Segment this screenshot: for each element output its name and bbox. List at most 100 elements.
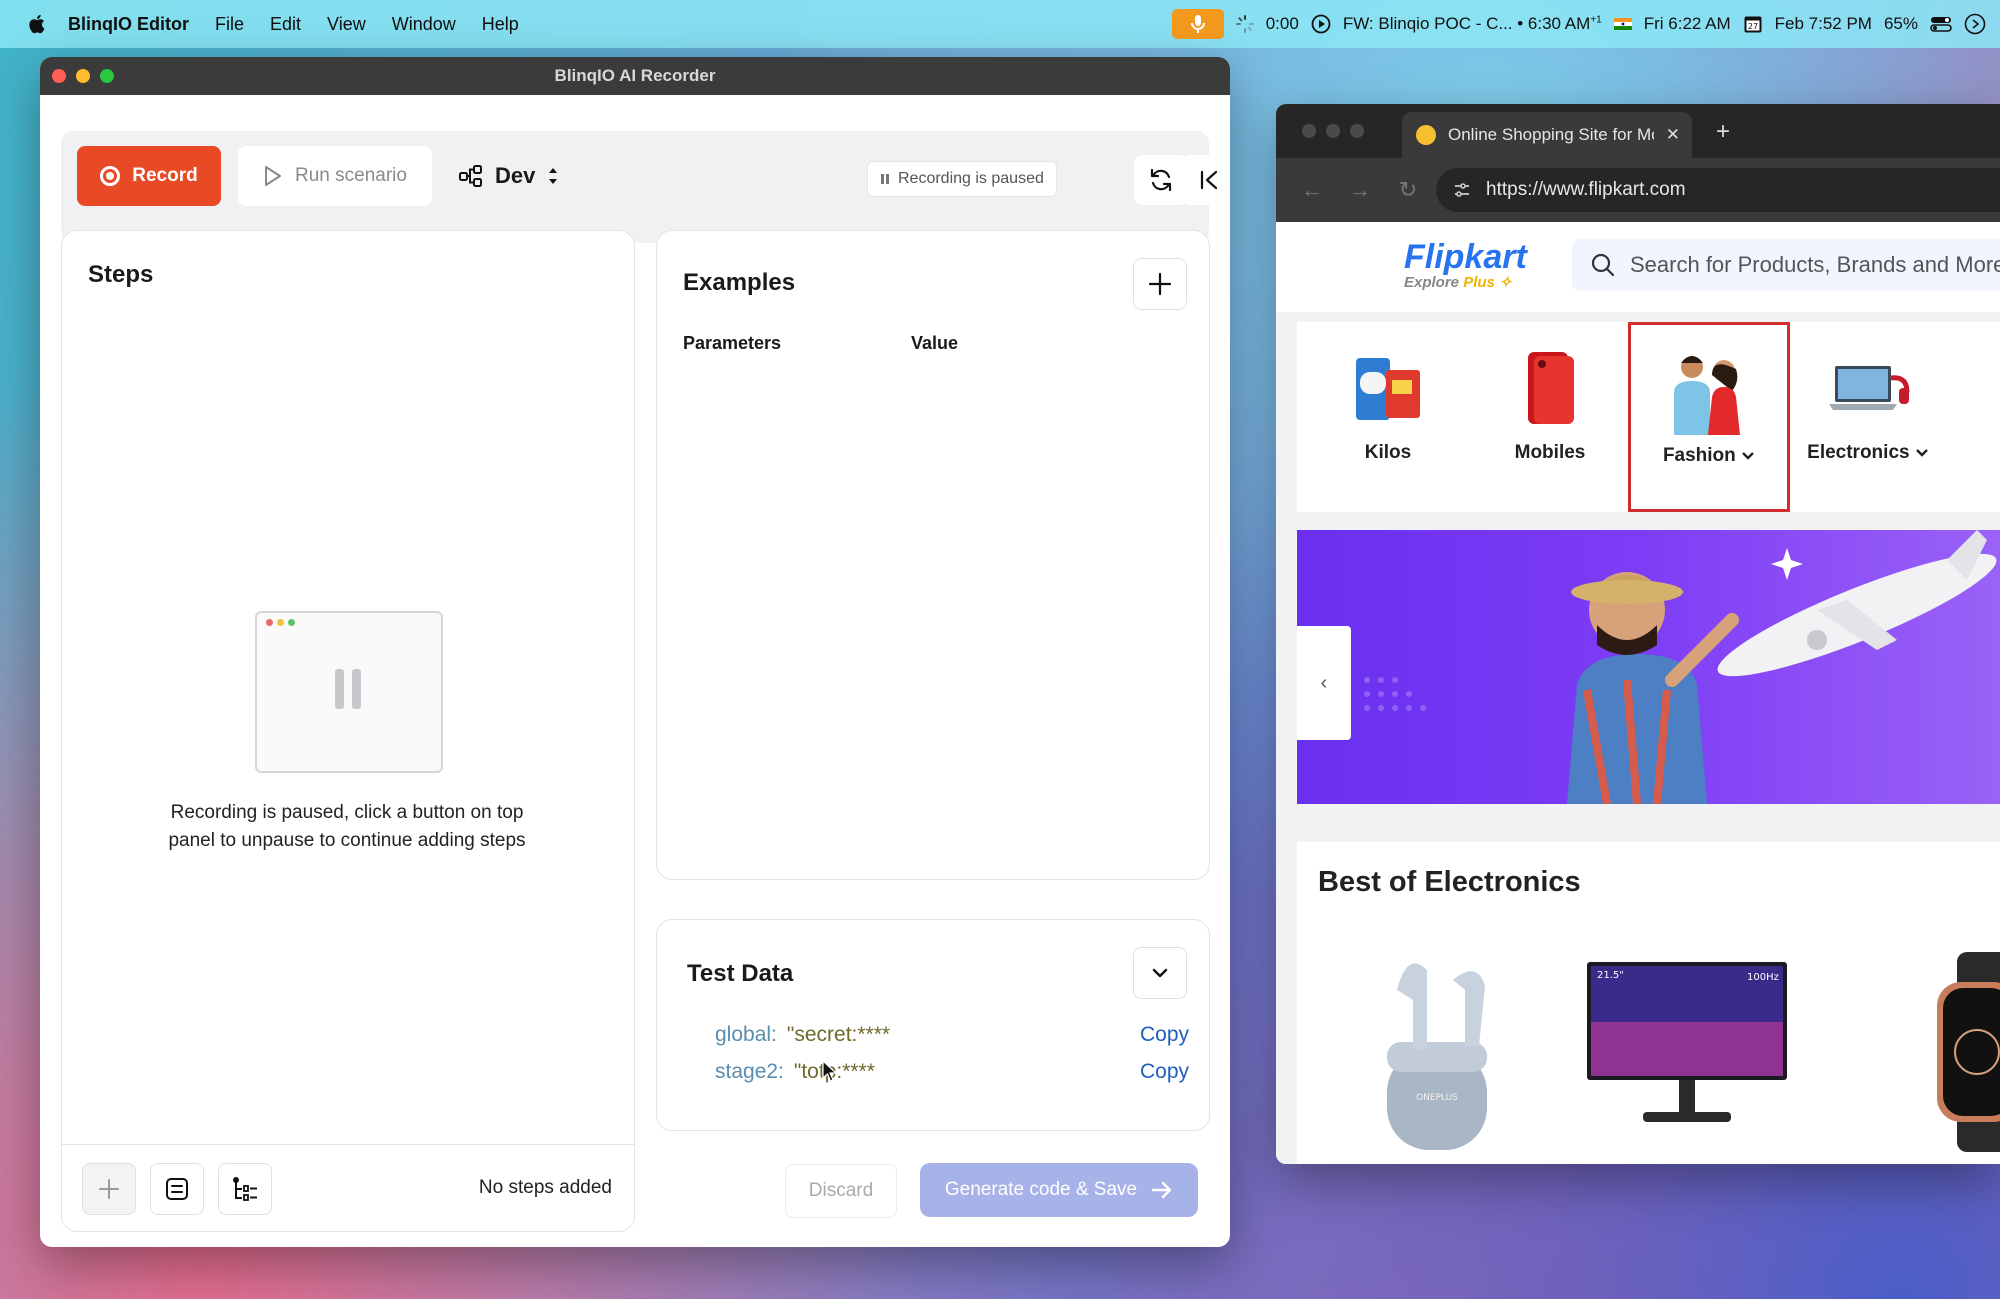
checklist-button[interactable]: [150, 1163, 204, 1215]
world-clock-2[interactable]: Feb 7:52 PM: [1775, 14, 1872, 34]
back-icon[interactable]: ←: [1300, 177, 1324, 203]
plus-icon: [99, 1179, 119, 1199]
search-icon: [1591, 253, 1615, 277]
checklist-icon: [166, 1178, 188, 1200]
recording-status-text: Recording is paused: [898, 170, 1044, 187]
category-mobiles[interactable]: Mobiles: [1469, 322, 1631, 512]
grocery-image: [1356, 358, 1420, 420]
recorder-toolbar: Record Run scenario Dev Recording is pau…: [61, 131, 1209, 243]
close-window-button[interactable]: [1302, 124, 1316, 138]
browser-window: Online Shopping Site for Mobiles, Electr…: [1276, 104, 2000, 1164]
smartwatch-image[interactable]: [1937, 952, 2000, 1152]
menu-edit[interactable]: Edit: [270, 14, 301, 35]
generate-code-save-button[interactable]: Generate code & Save: [920, 1163, 1198, 1217]
timer-text[interactable]: 0:00: [1266, 14, 1299, 34]
best-of-electronics-section: Best of Electronics ONEPLUS 21.5" 100Hz: [1297, 842, 2000, 1164]
zoom-window-button[interactable]: [1350, 124, 1364, 138]
discard-button[interactable]: Discard: [785, 1164, 897, 1218]
close-tab-icon[interactable]: ✕: [1666, 125, 1680, 145]
svg-text:ONEPLUS: ONEPLUS: [1416, 1093, 1458, 1103]
search-placeholder: Search for Products, Brands and More: [1630, 252, 2000, 277]
skip-back-icon: [1200, 170, 1218, 190]
examples-panel: Examples Parameters Value: [656, 230, 1210, 880]
flipkart-header: Flipkart Explore Plus ✧ Search for Produ…: [1276, 222, 2000, 312]
chevron-updown-icon: [549, 168, 558, 184]
add-example-button[interactable]: [1133, 258, 1187, 310]
laptop-image: [1829, 366, 1910, 410]
record-icon: [100, 166, 121, 186]
category-electronics[interactable]: Electronics: [1787, 322, 1949, 512]
new-tab-button[interactable]: +: [1716, 118, 1730, 146]
menu-app-name[interactable]: BlinqIO Editor: [68, 14, 189, 35]
value-column-header: Value: [911, 333, 959, 353]
environment-icon: [459, 165, 482, 187]
copy-button[interactable]: Copy: [1140, 1060, 1189, 1084]
record-label: Record: [132, 165, 198, 186]
url-text: https://www.flipkart.com: [1486, 179, 1686, 200]
microphone-indicator[interactable]: [1171, 9, 1224, 39]
monitor-image[interactable]: 21.5" 100Hz: [1587, 962, 1787, 1132]
browser-address-bar: ← → ↻ https://www.flipkart.com: [1276, 158, 2000, 222]
browser-tab[interactable]: Online Shopping Site for Mobiles, Electr…: [1402, 112, 1692, 158]
apple-icon[interactable]: [26, 13, 46, 35]
favicon-icon: [1416, 125, 1436, 145]
category-fashion[interactable]: Fashion: [1628, 322, 1790, 512]
window-title: BlinqIO AI Recorder: [554, 66, 716, 85]
run-scenario-button[interactable]: Run scenario: [238, 146, 432, 206]
minimize-window-button[interactable]: [1326, 124, 1340, 138]
steps-panel: Steps Recording is paused, click a butto…: [61, 230, 635, 1232]
siri-icon[interactable]: [1964, 13, 1986, 35]
flipkart-body: Kilos Mobiles Fashion Electronics ‹ Best…: [1276, 312, 2000, 1164]
no-steps-text: No steps added: [478, 1177, 612, 1198]
copy-button[interactable]: Copy: [1140, 1023, 1189, 1047]
test-data-row: stage2:"totp:****: [715, 1060, 875, 1083]
menu-help[interactable]: Help: [482, 14, 519, 35]
mouse-cursor-icon: [822, 1060, 838, 1082]
promo-banner[interactable]: ‹: [1297, 530, 2000, 804]
menu-file[interactable]: File: [215, 14, 244, 35]
banner-prev-button[interactable]: ‹: [1297, 626, 1351, 740]
menu-window[interactable]: Window: [392, 14, 456, 35]
recording-status-chip: Recording is paused: [867, 161, 1057, 197]
plus-icon: [1148, 272, 1172, 296]
environment-selector[interactable]: Dev: [459, 146, 559, 206]
chevron-down-icon: [1742, 452, 1754, 460]
category-kilos[interactable]: Kilos: [1307, 322, 1469, 512]
record-button[interactable]: Record: [77, 146, 221, 206]
play-circle-icon[interactable]: [1311, 14, 1331, 34]
recorder-window: BlinqIO AI Recorder Record Run scenario …: [40, 57, 1230, 1247]
parameters-column-header: Parameters: [683, 333, 782, 353]
test-data-panel: Test Data global: "secret:**** Copy stage…: [656, 919, 1210, 1131]
pause-icon: [335, 669, 361, 709]
collapse-panel-button[interactable]: [1182, 155, 1230, 205]
chevron-down-icon: [1916, 449, 1928, 457]
product-search-input[interactable]: Search for Products, Brands and More: [1572, 239, 2000, 291]
arrow-right-icon: [1151, 1181, 1172, 1199]
calendar-meeting-text[interactable]: FW: Blinqio POC - C... • 6:30 AM+1: [1343, 14, 1602, 34]
steps-footer: No steps added: [62, 1144, 634, 1231]
browser-tab-strip: Online Shopping Site for Mobiles, Electr…: [1276, 104, 2000, 158]
calendar-icon[interactable]: 27: [1743, 14, 1763, 34]
world-clock-1[interactable]: Fri 6:22 AM: [1644, 14, 1731, 34]
steps-title: Steps: [88, 261, 154, 288]
list-tree-icon: [233, 1177, 257, 1201]
window-titlebar: BlinqIO AI Recorder: [40, 57, 1230, 95]
menu-view[interactable]: View: [327, 14, 366, 35]
site-settings-icon[interactable]: [1452, 180, 1472, 200]
test-data-toggle-button[interactable]: [1133, 947, 1187, 999]
tab-title: Online Shopping Site for Mobiles, Electr…: [1448, 125, 1654, 144]
mobile-phone-image: [1528, 352, 1574, 424]
add-step-button[interactable]: [82, 1163, 136, 1215]
examples-title: Examples: [683, 269, 796, 296]
reload-icon[interactable]: ↻: [1396, 177, 1420, 203]
forward-icon[interactable]: →: [1348, 177, 1372, 203]
flipkart-logo[interactable]: Flipkart Explore Plus ✧: [1404, 238, 1527, 291]
refresh-button[interactable]: [1134, 155, 1188, 205]
microphone-icon: [1190, 15, 1205, 33]
step-tree-button[interactable]: [218, 1163, 272, 1215]
control-center-icon[interactable]: [1930, 16, 1952, 32]
earbuds-image[interactable]: ONEPLUS: [1367, 950, 1507, 1150]
url-field[interactable]: https://www.flipkart.com: [1436, 168, 2000, 212]
svg-text:27: 27: [1748, 22, 1758, 31]
refresh-icon: [1150, 168, 1172, 192]
